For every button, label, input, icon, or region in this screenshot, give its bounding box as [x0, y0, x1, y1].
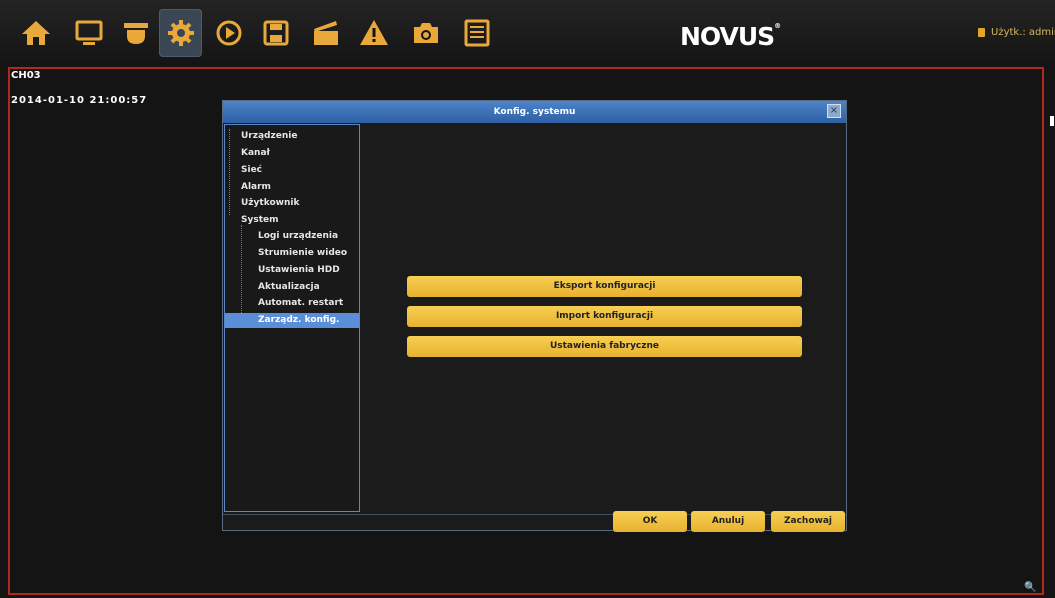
- warning-icon[interactable]: [352, 9, 395, 57]
- factory-settings-button[interactable]: Ustawienia fabryczne: [407, 336, 802, 357]
- tree-line: [229, 129, 230, 215]
- settings-tree: Urządzenie Kanał Sieć Alarm Użytkownik S…: [224, 124, 360, 512]
- clapperboard-icon[interactable]: [304, 9, 347, 57]
- tree-item-system[interactable]: System: [241, 215, 279, 225]
- tree-item-user[interactable]: Użytkownik: [241, 198, 299, 208]
- tree-item-auto-restart[interactable]: Automat. restart: [258, 298, 343, 308]
- tree-item-alarm[interactable]: Alarm: [241, 182, 271, 192]
- channel-name: CH03: [11, 70, 41, 81]
- toolbar: NOVUS® Użytk.: admin: [0, 0, 1055, 66]
- tree-item-channel[interactable]: Kanał: [241, 148, 270, 158]
- tree-item-network[interactable]: Sieć: [241, 165, 262, 175]
- list-icon[interactable]: [455, 9, 498, 57]
- novus-logo: NOVUS®: [680, 22, 781, 51]
- save-button[interactable]: Zachowaj: [771, 511, 845, 532]
- play-icon[interactable]: [207, 9, 250, 57]
- cancel-button[interactable]: Anuluj: [691, 511, 765, 532]
- user-indicator: Użytk.: admin: [978, 27, 1055, 38]
- dialog-title: Konfig. systemu: [223, 101, 846, 123]
- export-config-button[interactable]: Eksport konfiguracji: [407, 276, 802, 297]
- close-icon[interactable]: ×: [827, 104, 841, 118]
- tree-line: [241, 225, 242, 315]
- config-dialog: Konfig. systemu × Urządzenie Kanał Sieć …: [222, 100, 847, 532]
- tree-item-update[interactable]: Aktualizacja: [258, 282, 320, 292]
- snapshot-icon[interactable]: [404, 9, 447, 57]
- tree-item-config-management[interactable]: Zarządz. konfig.: [225, 313, 359, 328]
- gear-icon[interactable]: [159, 9, 202, 57]
- monitor-icon[interactable]: [67, 9, 110, 57]
- tree-item-device[interactable]: Urządzenie: [241, 131, 297, 141]
- logo-text: NOVUS: [680, 22, 775, 51]
- tree-item-hdd-settings[interactable]: Ustawienia HDD: [258, 265, 340, 275]
- osd-datetime: 2014-01-10 21:00:57: [11, 95, 148, 106]
- lock-icon: [978, 28, 985, 37]
- zoom-icon[interactable]: 🔍: [1024, 582, 1036, 593]
- tree-item-video-streams[interactable]: Strumienie wideo: [258, 248, 347, 258]
- home-icon[interactable]: [14, 9, 57, 57]
- registered-mark: ®: [774, 22, 781, 30]
- save-icon[interactable]: [254, 9, 297, 57]
- user-label: Użytk.: admin: [991, 27, 1055, 38]
- tree-item-device-logs[interactable]: Logi urządzenia: [258, 231, 338, 241]
- camera-icon[interactable]: [114, 9, 157, 57]
- ok-button[interactable]: OK: [613, 511, 687, 532]
- side-handle[interactable]: [1050, 116, 1054, 126]
- import-config-button[interactable]: Import konfiguracji: [407, 306, 802, 327]
